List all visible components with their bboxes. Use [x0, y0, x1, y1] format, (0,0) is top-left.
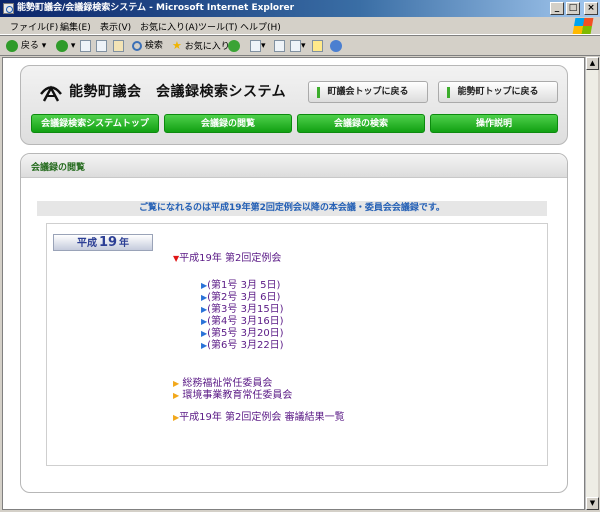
committee-link-1[interactable]: ▶ 総務福祉常任委員会: [173, 378, 272, 390]
edit-button[interactable]: ▾: [290, 39, 306, 53]
mail-button[interactable]: ▾: [250, 39, 266, 53]
session-label: (第1号 3月 5日): [207, 280, 281, 291]
menu-bar: ファイル(F) 編集(E) 表示(V) お気に入り(A) ツール(T) ヘルプ(…: [0, 17, 600, 35]
stop-icon: [80, 39, 91, 52]
forward-dropdown-icon[interactable]: ▾: [71, 41, 76, 51]
minimize-button[interactable]: _: [550, 2, 564, 15]
back-arrow-icon: [6, 39, 18, 52]
minutes-list-box: [46, 223, 548, 466]
session-label: (第2号 3月 6日): [207, 292, 281, 303]
site-title: 能勢町議会 会議録検索システム: [69, 84, 287, 100]
session-link-6[interactable]: ▶(第6号 3月22日): [201, 340, 284, 352]
session-link-4[interactable]: ▶(第4号 3月16日): [201, 316, 284, 328]
discuss-icon: [312, 39, 323, 52]
print-button[interactable]: [274, 39, 285, 53]
nav-system-top[interactable]: 会議録検索システムトップ: [31, 114, 159, 133]
town-emblem-icon: [40, 85, 62, 102]
refresh-icon: [96, 39, 107, 52]
year-suffix: 年: [119, 238, 130, 249]
edit-dropdown-icon[interactable]: ▾: [301, 41, 306, 51]
session-link-2[interactable]: ▶(第2号 3月 6日): [201, 292, 280, 304]
media-icon: [228, 39, 240, 52]
session-link-5[interactable]: ▶(第5号 3月20日): [201, 328, 284, 340]
media-button[interactable]: [228, 39, 240, 53]
toolbar: 戻る ▾ ▾ 検索 ★ お気に入り ▾ ▾: [0, 35, 600, 56]
search-icon: [132, 40, 142, 51]
meeting-header[interactable]: ▼平成19年 第2回定例会: [173, 253, 281, 265]
results-link[interactable]: ▶平成19年 第2回定例会 審議結果一覧: [173, 412, 345, 424]
page-viewport: 能勢町議会 会議録検索システム 町議会トップに戻る 能勢町トップに戻る 会議録検…: [2, 57, 585, 510]
back-button[interactable]: 戻る ▾: [6, 39, 46, 53]
messenger-button[interactable]: [330, 39, 342, 53]
scroll-down-icon[interactable]: ▼: [586, 497, 599, 510]
windows-logo-icon: [572, 18, 594, 34]
menu-tools[interactable]: ツール(T): [198, 20, 238, 33]
committee-link-2[interactable]: ▶ 環境事業教育常任委員会: [173, 390, 292, 402]
star-icon: ★: [172, 39, 182, 52]
messenger-icon: [330, 39, 342, 52]
home-button[interactable]: [113, 39, 124, 53]
nav-browse[interactable]: 会議録の閲覧: [164, 114, 292, 133]
notice-text: ご覧になれるのは平成19年第2回定例会以降の本会議・委員会会議録です。: [37, 201, 547, 216]
favorites-label: お気に入り: [184, 42, 230, 52]
forward-arrow-icon: [56, 39, 68, 52]
vertical-scrollbar[interactable]: ▲ ▼: [585, 57, 599, 510]
meeting-title: 平成19年 第2回定例会: [179, 253, 282, 264]
ie-page-icon: [3, 3, 14, 14]
year-number: 19: [98, 235, 118, 250]
forward-button[interactable]: ▾: [56, 39, 75, 53]
council-top-button[interactable]: 町議会トップに戻る: [308, 81, 428, 103]
session-link-1[interactable]: ▶(第1号 3月 5日): [201, 280, 280, 292]
nav-help[interactable]: 操作説明: [430, 114, 558, 133]
committee-label: 環境事業教育常任委員会: [182, 390, 293, 401]
title-bar: 能勢町議会/会議録検索システム - Microsoft Internet Exp…: [0, 0, 600, 17]
session-label: (第6号 3月22日): [207, 340, 284, 351]
section-title: 会議録の閲覧: [31, 163, 86, 173]
refresh-button[interactable]: [96, 39, 107, 53]
discuss-button[interactable]: [312, 39, 323, 53]
back-dropdown-icon[interactable]: ▾: [42, 41, 47, 51]
favorites-button[interactable]: ★ お気に入り: [172, 39, 230, 53]
session-label: (第4号 3月16日): [207, 316, 284, 327]
search-button[interactable]: 検索: [132, 39, 163, 53]
print-icon: [274, 39, 285, 52]
year-tab[interactable]: 平成 19 年: [53, 234, 153, 251]
session-label: (第3号 3月15日): [207, 304, 284, 315]
site-header: 能勢町議会 会議録検索システム 町議会トップに戻る 能勢町トップに戻る 会議録検…: [20, 65, 568, 145]
mail-dropdown-icon[interactable]: ▾: [261, 41, 266, 51]
results-label: 平成19年 第2回定例会 審議結果一覧: [179, 412, 345, 423]
session-link-3[interactable]: ▶(第3号 3月15日): [201, 304, 284, 316]
nav-search[interactable]: 会議録の検索: [297, 114, 425, 133]
scroll-up-icon[interactable]: ▲: [586, 57, 599, 70]
content-panel: 会議録の閲覧 ご覧になれるのは平成19年第2回定例会以降の本会議・委員会会議録で…: [20, 153, 568, 493]
year-era: 平成: [76, 238, 97, 249]
bullet-arrow-icon: ▶: [173, 391, 180, 400]
edit-icon: [290, 39, 301, 52]
search-label: 検索: [144, 41, 163, 51]
section-header: 会議録の閲覧: [21, 154, 567, 178]
back-label: 戻る: [20, 41, 39, 51]
menu-help[interactable]: ヘルプ(H): [240, 20, 281, 33]
window-title: 能勢町議会/会議録検索システム - Microsoft Internet Exp…: [17, 3, 295, 13]
bullet-arrow-icon: ▶: [173, 379, 180, 388]
session-label: (第5号 3月20日): [207, 328, 284, 339]
close-button[interactable]: ×: [584, 2, 598, 15]
home-icon: [113, 39, 124, 52]
menu-file[interactable]: ファイル(F): [10, 20, 58, 33]
maximize-button[interactable]: □: [566, 2, 580, 15]
menu-favorites[interactable]: お気に入り(A): [140, 20, 198, 33]
committee-label: 総務福祉常任委員会: [182, 378, 273, 389]
stop-button[interactable]: [80, 39, 91, 53]
menu-view[interactable]: 表示(V): [100, 20, 131, 33]
town-top-button[interactable]: 能勢町トップに戻る: [438, 81, 558, 103]
menu-edit[interactable]: 編集(E): [60, 20, 91, 33]
mail-icon: [250, 39, 261, 52]
